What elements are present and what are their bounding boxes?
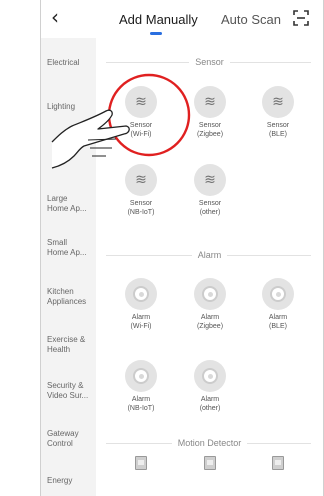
device-name: Alarm: [200, 396, 220, 403]
section-header-motion-detector: Motion Detector: [96, 437, 323, 449]
sidebar-item-label: Lighting: [47, 102, 76, 111]
device-list: Sensor ≋ Sensor (Wi-Fi) ≋ Sensor (Zigbee) …: [96, 38, 323, 496]
sidebar-item-label: Small: [47, 238, 68, 247]
sidebar-item-label: Exercise &: [47, 335, 86, 344]
scan-frame-icon[interactable]: [293, 10, 309, 26]
section-title: Sensor: [189, 57, 230, 67]
sidebar-item-label-line2: Home Ap...: [47, 248, 87, 257]
motion-detector-icon: [272, 456, 284, 470]
device-protocol: (other): [199, 405, 221, 412]
chevron-left-icon: ‹: [51, 5, 59, 29]
section-title: Alarm: [191, 250, 228, 260]
device-protocol: (Zigbee): [196, 323, 224, 330]
device-protocol: (NB-IoT): [127, 209, 155, 216]
sidebar-item-exercise-health[interactable]: Exercise & Health: [41, 335, 96, 355]
alarm-icon: [262, 278, 294, 310]
section-title: Motion Detector: [171, 438, 248, 448]
sidebar-item-label-line2: Video Sur...: [47, 391, 89, 400]
device-protocol: (Zigbee): [196, 131, 224, 138]
motion-detector-icon: [204, 456, 216, 470]
sidebar-item-label: Energy: [47, 476, 73, 485]
device-alarm-other[interactable]: Alarm (other): [179, 360, 241, 413]
sidebar-item-label-line2: Home Ap...: [47, 204, 87, 213]
device-sensor-ble[interactable]: ≋ Sensor (BLE): [247, 86, 309, 139]
device-name: Sensor: [266, 122, 290, 129]
device-alarm-zigbee[interactable]: Alarm (Zigbee): [179, 278, 241, 331]
section-header-sensor: Sensor: [96, 56, 323, 68]
app-screen: ‹ Add Manually Auto Scan Electrical Ligh…: [40, 0, 324, 496]
tab-add-manually[interactable]: Add Manually: [119, 12, 198, 28]
sidebar-item-gateway-control[interactable]: Gateway Control: [41, 429, 96, 449]
wave-sensor-icon: ≋: [262, 86, 294, 118]
category-sidebar: Electrical Lighting Large Home Ap... Sma…: [41, 38, 96, 496]
device-protocol: (BLE): [269, 323, 287, 330]
wave-sensor-icon: ≋: [125, 164, 157, 196]
section-header-alarm: Alarm: [96, 249, 323, 261]
sidebar-item-label-line2: Appliances: [47, 297, 87, 306]
device-alarm-wifi[interactable]: Alarm (Wi-Fi): [110, 278, 172, 331]
device-protocol: (Wi-Fi): [130, 131, 152, 138]
sidebar-item-label: Gateway: [47, 429, 79, 438]
device-protocol: (other): [199, 209, 221, 216]
alarm-icon: [194, 360, 226, 392]
device-motion-detector[interactable]: [247, 456, 309, 480]
device-sensor-wifi[interactable]: ≋ Sensor (Wi-Fi): [110, 86, 172, 139]
sidebar-item-label-line2: Control: [47, 439, 73, 448]
sidebar-item-label: Security &: [47, 381, 84, 390]
device-alarm-ble[interactable]: Alarm (BLE): [247, 278, 309, 331]
sidebar-item-small-home-appliances[interactable]: Small Home Ap...: [41, 238, 96, 258]
screenshot-frame: ‹ Add Manually Auto Scan Electrical Ligh…: [0, 0, 324, 496]
device-protocol: (Wi-Fi): [130, 323, 152, 330]
active-tab-indicator: [150, 32, 162, 35]
device-sensor-zigbee[interactable]: ≋ Sensor (Zigbee): [179, 86, 241, 139]
wave-sensor-icon: ≋: [194, 86, 226, 118]
device-name: Sensor: [198, 122, 222, 129]
alarm-icon: [194, 278, 226, 310]
device-motion-detector[interactable]: [179, 456, 241, 480]
wave-sensor-icon: ≋: [125, 86, 157, 118]
device-name: Alarm: [131, 314, 151, 321]
sidebar-item-energy[interactable]: Energy: [41, 476, 96, 486]
device-name: Sensor: [129, 122, 153, 129]
device-sensor-nb-iot[interactable]: ≋ Sensor (NB-IoT): [110, 164, 172, 217]
top-bar: ‹ Add Manually Auto Scan: [41, 0, 323, 38]
wave-sensor-icon: ≋: [194, 164, 226, 196]
back-button[interactable]: ‹: [51, 7, 59, 27]
sidebar-item-label: Electrical: [47, 58, 80, 67]
device-alarm-nb-iot[interactable]: Alarm (NB-IoT): [110, 360, 172, 413]
device-name: Alarm: [131, 396, 151, 403]
device-name: Alarm: [200, 314, 220, 321]
device-name: Sensor: [198, 200, 222, 207]
alarm-icon: [125, 278, 157, 310]
device-sensor-other[interactable]: ≋ Sensor (other): [179, 164, 241, 217]
device-protocol: (NB-IoT): [127, 405, 155, 412]
device-protocol: (BLE): [269, 131, 287, 138]
device-name: Sensor: [129, 200, 153, 207]
sidebar-item-kitchen-appliances[interactable]: Kitchen Appliances: [41, 287, 96, 307]
motion-detector-icon: [135, 456, 147, 470]
sidebar-item-large-home-appliances[interactable]: Large Home Ap...: [41, 194, 96, 214]
sidebar-item-lighting[interactable]: Lighting: [41, 102, 96, 112]
sidebar-item-security-video[interactable]: Security & Video Sur...: [41, 381, 96, 401]
sidebar-item-label-line2: Health: [47, 345, 71, 354]
sidebar-item-label: Large: [47, 194, 68, 203]
device-motion-detector[interactable]: [110, 456, 172, 480]
tab-auto-scan[interactable]: Auto Scan: [221, 12, 281, 28]
alarm-icon: [125, 360, 157, 392]
sidebar-item-label: Kitchen: [47, 287, 74, 296]
sidebar-item-electrical[interactable]: Electrical: [41, 58, 96, 68]
device-name: Alarm: [268, 314, 288, 321]
